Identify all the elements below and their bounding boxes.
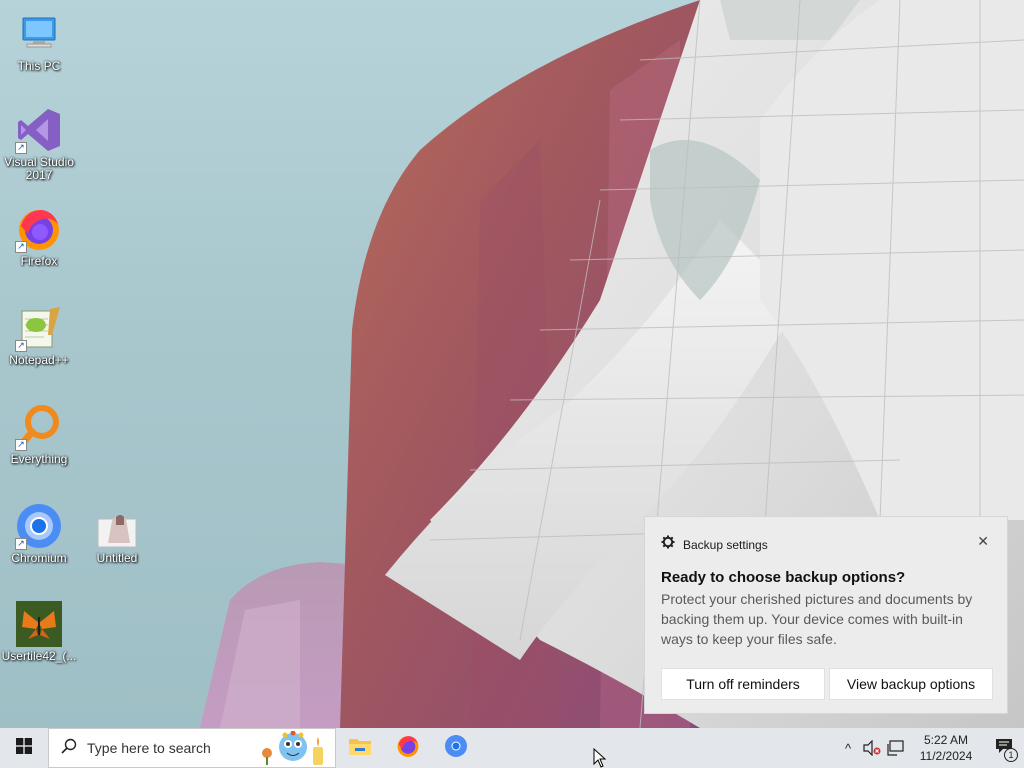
desktop-icon-this-pc[interactable]: This PC xyxy=(1,10,77,73)
toast-app-name: Backup settings xyxy=(683,537,768,552)
shortcut-arrow-icon: ↗ xyxy=(15,241,27,253)
taskbar-clock[interactable]: 5:22 AM 11/2/2024 xyxy=(908,732,984,764)
firefox-icon: ↗ xyxy=(15,205,63,253)
desktop-icon-label: Chromium xyxy=(11,551,67,565)
gear-icon xyxy=(661,535,675,554)
chromium-icon xyxy=(444,734,468,763)
shortcut-arrow-icon: ↗ xyxy=(15,439,27,451)
taskbar-file-explorer[interactable] xyxy=(336,728,384,768)
desktop-icon-notepadpp[interactable]: ↗ Notepad++ xyxy=(1,304,77,367)
desktop-icon-everything[interactable]: ↗ Everything xyxy=(1,403,77,466)
shortcut-arrow-icon: ↗ xyxy=(15,142,27,154)
file-explorer-icon xyxy=(348,736,372,761)
toast-title: Ready to choose backup options? xyxy=(661,569,906,586)
view-backup-options-button[interactable]: View backup options xyxy=(829,668,993,700)
butterfly-image-icon xyxy=(15,600,63,648)
desktop-icon-label: Firefox xyxy=(20,254,58,268)
turn-off-reminders-button[interactable]: Turn off reminders xyxy=(661,668,825,700)
desktop-icon-firefox[interactable]: ↗ Firefox xyxy=(1,205,77,268)
backup-notification-toast[interactable]: Backup settings ✕ Ready to choose backup… xyxy=(644,516,1008,714)
desktop-icon-label: This PC xyxy=(17,59,61,73)
desktop-icon-label: Visual Studio 2017 xyxy=(4,155,74,182)
action-center-button[interactable]: 1 xyxy=(984,728,1024,768)
toast-body: Protect your cherished pictures and docu… xyxy=(661,591,973,647)
clock-date: 11/2/2024 xyxy=(919,749,973,763)
start-button[interactable] xyxy=(0,728,48,768)
taskbar-firefox[interactable] xyxy=(384,728,432,768)
image-file-icon xyxy=(93,502,141,550)
network-icon[interactable] xyxy=(884,728,908,768)
windows-logo-icon xyxy=(16,737,32,759)
desktop-icon-label: Everything xyxy=(10,452,68,466)
desktop-icon-label: Untitled xyxy=(96,551,138,565)
desktop-icon-chromium[interactable]: ↗ Chromium xyxy=(1,502,77,565)
search-highlight-illustration-icon xyxy=(259,730,331,768)
notification-count-badge: 1 xyxy=(1004,748,1018,762)
chevron-up-icon[interactable]: ^ xyxy=(836,728,860,768)
close-icon[interactable]: ✕ xyxy=(977,533,989,550)
taskbar: Type here to search ^ 5:22 AM 11/2/2024 … xyxy=(0,728,1024,768)
desktop-icon-label: Usertile42_(... xyxy=(1,649,77,663)
search-icon xyxy=(61,738,77,759)
search-placeholder: Type here to search xyxy=(87,740,211,756)
toast-header: Backup settings xyxy=(661,535,768,554)
taskbar-search-box[interactable]: Type here to search xyxy=(48,728,336,768)
computer-icon xyxy=(15,10,63,58)
taskbar-chromium[interactable] xyxy=(432,728,480,768)
volume-muted-icon[interactable] xyxy=(860,728,884,768)
system-tray: ^ 5:22 AM 11/2/2024 1 xyxy=(836,728,1024,768)
mouse-pointer-icon xyxy=(593,747,607,768)
firefox-icon xyxy=(396,734,420,763)
visual-studio-icon: ↗ xyxy=(15,106,63,154)
shortcut-arrow-icon: ↗ xyxy=(15,340,27,352)
clock-time: 5:22 AM xyxy=(923,733,969,747)
desktop-icon-untitled[interactable]: Untitled xyxy=(79,502,155,565)
desktop-icon-visual-studio[interactable]: ↗ Visual Studio 2017 xyxy=(1,106,77,182)
chromium-icon: ↗ xyxy=(15,502,63,550)
desktop-icon-usertile[interactable]: Usertile42_(... xyxy=(1,600,77,663)
desktop-icon-label: Notepad++ xyxy=(9,353,69,367)
notepadpp-icon: ↗ xyxy=(15,304,63,352)
shortcut-arrow-icon: ↗ xyxy=(15,538,27,550)
search-magnifier-icon: ↗ xyxy=(15,403,63,451)
